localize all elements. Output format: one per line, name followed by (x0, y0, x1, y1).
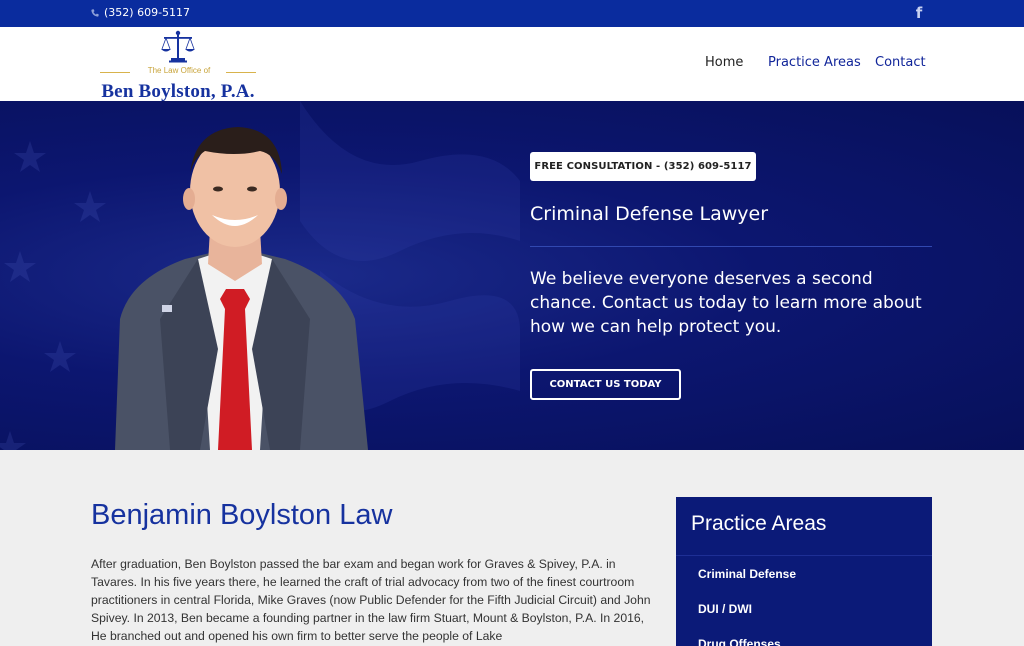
intro-paragraph: After graduation, Ben Boylston passed th… (91, 557, 651, 643)
sidebar-title: Practice Areas (691, 512, 827, 535)
free-consultation-button[interactable]: FREE CONSULTATION - (352) 609-5117 (530, 152, 756, 181)
sidebar-item-criminal-defense[interactable]: Criminal Defense (698, 567, 796, 581)
logo-rule-left (100, 72, 130, 73)
hero-text: We believe everyone deserves a second ch… (530, 269, 922, 337)
logo-rule-right (226, 72, 256, 73)
nav-practice-areas[interactable]: Practice Areas (768, 55, 861, 70)
hero-title: Criminal Defense Lawyer (530, 203, 769, 225)
logo-tagline-row: The Law Office of (90, 66, 266, 80)
logo-tagline: The Law Office of (147, 66, 211, 75)
practice-areas-sidebar: Practice Areas Criminal Defense DUI / DW… (676, 497, 932, 646)
nav-contact[interactable]: Contact (875, 55, 926, 70)
phone-icon (91, 8, 99, 17)
top-phone-text: (352) 609-5117 (104, 6, 191, 19)
hero-banner: FREE CONSULTATION - (352) 609-5117 Crimi… (0, 101, 1024, 450)
sidebar-divider (676, 555, 932, 556)
site-header: The Law Office of Ben Boylston, P.A. Hom… (0, 27, 1024, 102)
page-title: Benjamin Boylston Law (91, 499, 393, 531)
contact-us-button[interactable]: CONTACT US TODAY (530, 369, 681, 400)
sidebar-item-drug-offenses[interactable]: Drug Offenses (698, 637, 781, 646)
logo-name: Ben Boylston, P.A. (101, 81, 255, 102)
top-bar: (352) 609-5117 f (0, 0, 1024, 27)
facebook-icon[interactable]: f (913, 4, 925, 22)
scales-icon (161, 30, 195, 63)
top-phone[interactable]: (352) 609-5117 (91, 6, 190, 19)
hero-divider (530, 246, 932, 247)
site-logo[interactable]: The Law Office of Ben Boylston, P.A. (90, 29, 266, 102)
attorney-portrait (115, 127, 368, 450)
nav-home[interactable]: Home (705, 55, 743, 70)
sidebar-item-dui-dwi[interactable]: DUI / DWI (698, 602, 752, 616)
